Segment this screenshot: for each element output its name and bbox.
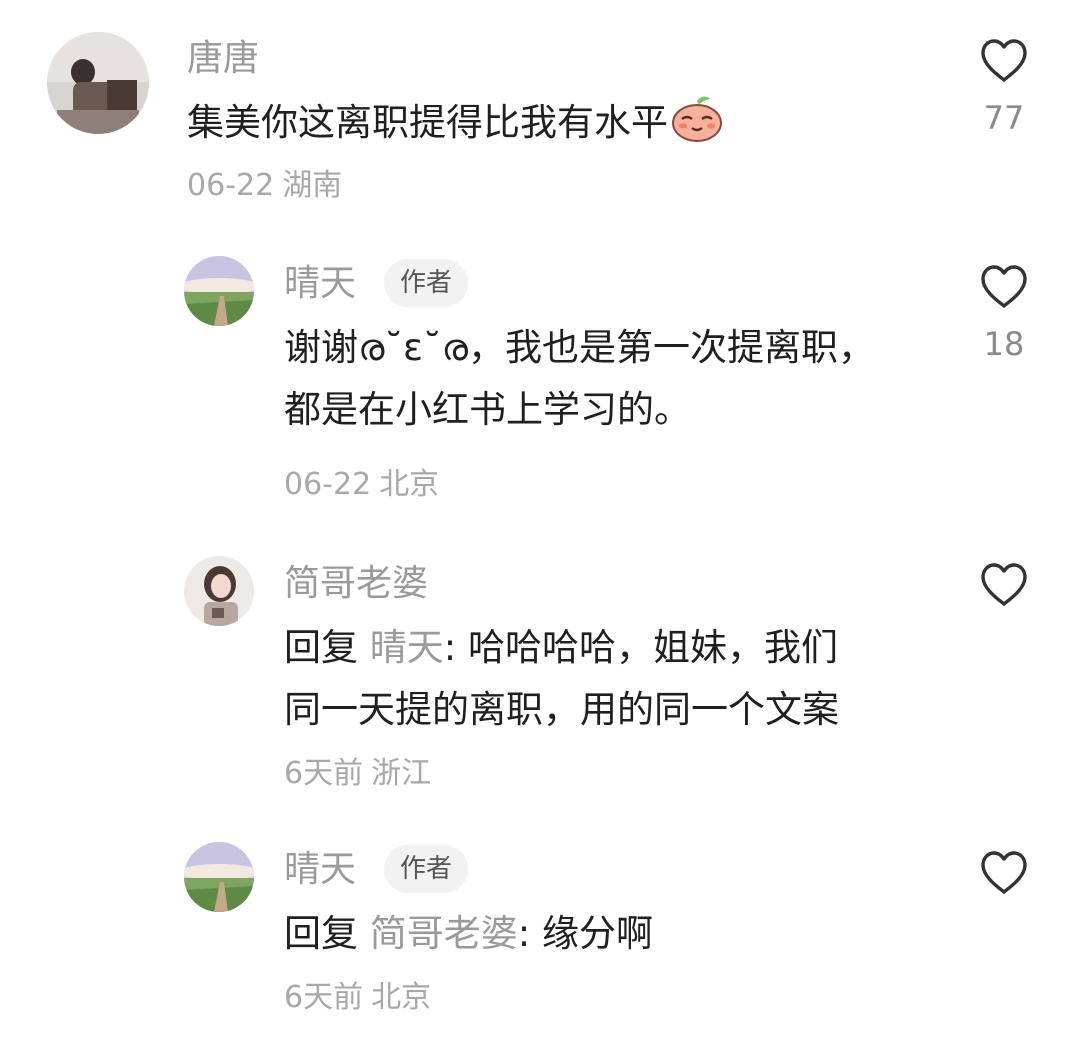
comment-meta: 06-22 湖南 xyxy=(187,168,342,204)
reply-target-username[interactable]: 晴天 xyxy=(370,626,444,669)
comment-location: 湖南 xyxy=(282,168,343,203)
username[interactable]: 晴天 xyxy=(284,262,356,306)
avatar-image xyxy=(184,556,254,626)
blushing-peach-emoji-icon xyxy=(670,95,724,162)
username[interactable]: 简哥老婆 xyxy=(284,562,428,606)
username[interactable]: 唐唐 xyxy=(187,37,259,81)
comment-text-line: 谢谢ര˘ε˘ര，我也是第一次提离职， xyxy=(284,326,875,369)
heart-outline-icon[interactable] xyxy=(974,38,1034,84)
comment-date: 6天前 xyxy=(284,980,364,1015)
heart-outline-icon[interactable] xyxy=(974,562,1034,608)
heart-outline-icon[interactable] xyxy=(974,264,1034,310)
comment-date: 06-22 xyxy=(284,467,372,502)
comment-text-line: 回复 简哥老婆: 缘分啊 xyxy=(284,903,653,965)
avatar[interactable] xyxy=(184,842,254,912)
comment-text: 集美你这离职提得比我有水平 xyxy=(187,92,724,162)
heart-outline-icon[interactable] xyxy=(974,850,1034,896)
comment-item: 唐唐 集美你这离职提得比我有水平 06-22 湖南 77 xyxy=(0,0,1080,230)
comment-text-body: : 缘分啊 xyxy=(517,912,653,955)
comment-text-line: 同一天提的离职，用的同一个文案 xyxy=(284,688,839,731)
like-button[interactable] xyxy=(974,562,1034,608)
reply-prefix: 回复 xyxy=(284,626,358,669)
comment-location: 北京 xyxy=(379,467,440,502)
comment-text-body: : 哈哈哈哈，姐妹，我们 xyxy=(443,626,838,669)
comment-meta: 6天前 浙江 xyxy=(284,756,431,792)
comment-text-line: 都是在小红书上学习的。 xyxy=(284,388,691,431)
like-count: 77 xyxy=(983,99,1025,137)
comment-location: 北京 xyxy=(371,980,432,1015)
avatar[interactable] xyxy=(184,256,254,326)
comment-date: 6天前 xyxy=(284,756,364,791)
comment-text-body: 集美你这离职提得比我有水平 xyxy=(187,101,668,144)
comment-text: 谢谢ര˘ε˘ര，我也是第一次提离职， 都是在小红书上学习的。 xyxy=(284,317,875,441)
comment-text: 回复 晴天: 哈哈哈哈，姐妹，我们 同一天提的离职，用的同一个文案 xyxy=(284,617,839,741)
comment-reply-item: 简哥老婆 回复 晴天: 哈哈哈哈，姐妹，我们 同一天提的离职，用的同一个文案 6… xyxy=(0,540,1080,820)
avatar-image xyxy=(47,32,149,134)
like-count: 18 xyxy=(983,325,1025,363)
avatar-image xyxy=(184,842,254,912)
comment-location: 浙江 xyxy=(371,756,432,791)
comment-reply-item: 晴天 作者 谢谢ര˘ε˘ര，我也是第一次提离职， 都是在小红书上学习的。 06-… xyxy=(0,240,1080,520)
username[interactable]: 晴天 xyxy=(284,848,356,892)
author-badge: 作者 xyxy=(384,259,469,307)
comment-meta: 06-22 北京 xyxy=(284,467,439,503)
comment-date: 06-22 xyxy=(187,168,275,203)
reply-target-username[interactable]: 简哥老婆 xyxy=(370,912,518,955)
like-button[interactable]: 77 xyxy=(974,38,1034,138)
avatar-image xyxy=(184,256,254,326)
comment-meta: 6天前 北京 xyxy=(284,980,431,1016)
comment-text: 回复 简哥老婆: 缘分啊 xyxy=(284,903,653,965)
reply-prefix: 回复 xyxy=(284,912,358,955)
like-button[interactable]: 18 xyxy=(974,264,1034,364)
comment-reply-item: 晴天 作者 回复 简哥老婆: 缘分啊 6天前 北京 xyxy=(0,828,1080,1044)
avatar[interactable] xyxy=(184,556,254,626)
comment-text-line: 回复 晴天: 哈哈哈哈，姐妹，我们 xyxy=(284,617,839,679)
author-badge: 作者 xyxy=(384,845,469,893)
avatar[interactable] xyxy=(47,32,149,134)
like-button[interactable] xyxy=(974,850,1034,896)
